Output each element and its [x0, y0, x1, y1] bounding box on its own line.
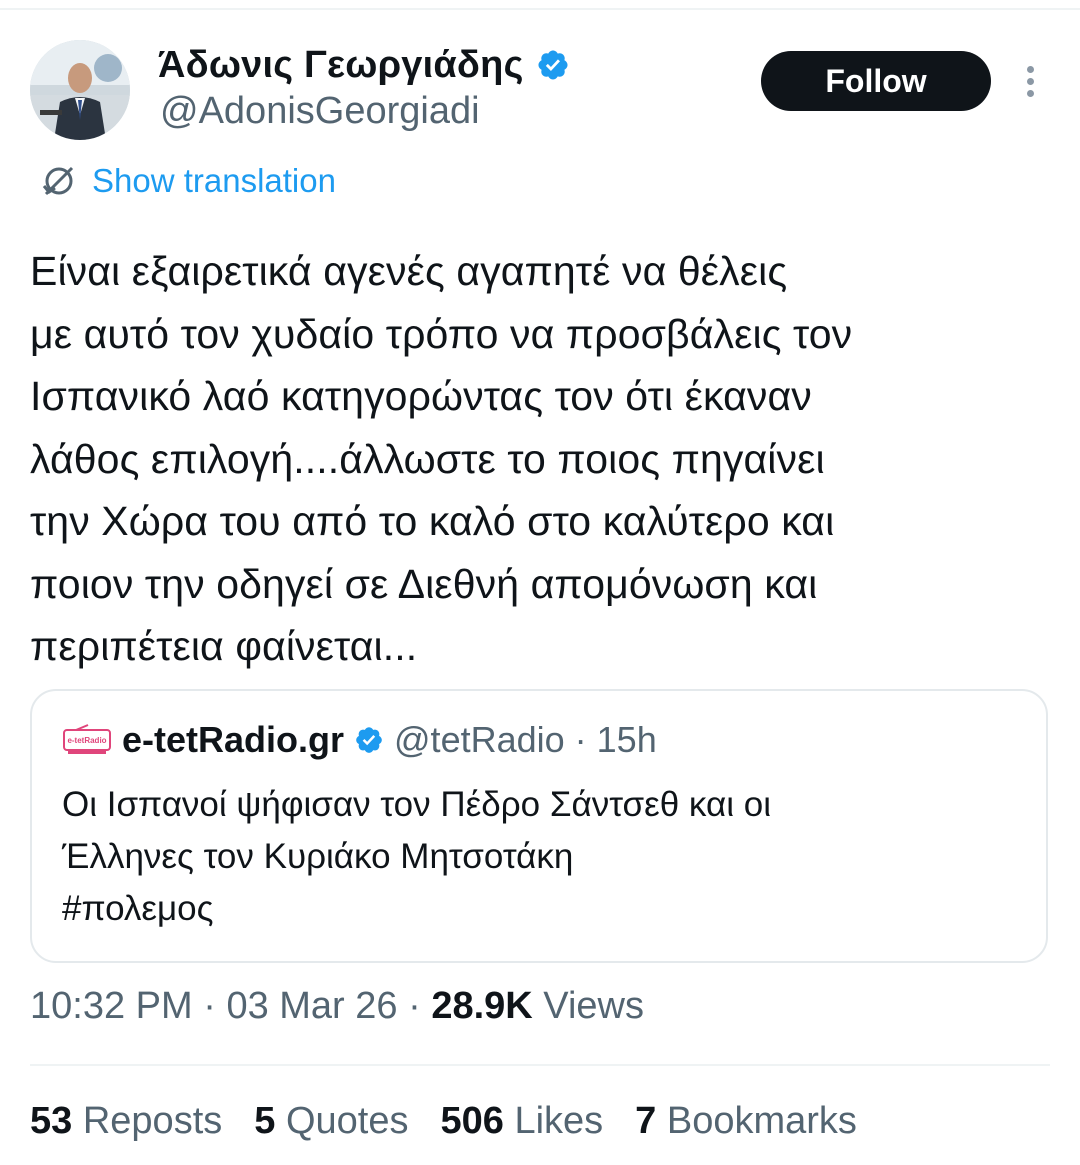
- views-label: Views: [543, 985, 644, 1027]
- svg-text:e-tetRadio: e-tetRadio: [67, 736, 106, 745]
- likes-stat[interactable]: 506 Likes: [440, 1100, 603, 1143]
- quoted-display-name: e-tetRadio.gr: [122, 719, 345, 760]
- quotes-stat[interactable]: 5 Quotes: [254, 1100, 408, 1143]
- show-translation-link[interactable]: Show translation: [40, 162, 336, 200]
- quoted-tweet-card[interactable]: e-tetRadio e-tetRadio.gr @tetRadio · 15h…: [30, 689, 1048, 963]
- quoted-handle: @tetRadio: [394, 719, 565, 760]
- reposts-stat[interactable]: 53 Reposts: [30, 1100, 222, 1143]
- author-display-name[interactable]: Άδωνις Γεωργιάδης: [158, 44, 524, 87]
- quoted-tweet-text: Οι Ισπανοί ψήφισαν τον Πέδρο Σάντσεθ και…: [62, 785, 771, 928]
- reposts-count: 53: [30, 1100, 73, 1142]
- author-handle[interactable]: @AdonisGeorgiadi: [160, 90, 480, 133]
- meta-separator: ·: [203, 985, 227, 1027]
- views-count: 28.9K: [431, 985, 533, 1027]
- quotes-count: 5: [254, 1100, 276, 1142]
- reposts-label: Reposts: [82, 1100, 223, 1142]
- likes-count: 506: [440, 1100, 504, 1142]
- top-divider: [0, 8, 1080, 10]
- author-avatar[interactable]: [30, 40, 130, 140]
- meta-separator: ·: [408, 985, 432, 1027]
- tweet-date[interactable]: 03 Mar 26: [226, 985, 397, 1027]
- follow-button[interactable]: Follow: [761, 51, 991, 111]
- author-name-row: Άδωνις Γεωργιάδης: [158, 40, 570, 90]
- quoted-dot-separator: ·: [574, 719, 587, 760]
- show-translation-label[interactable]: Show translation: [92, 162, 336, 200]
- verified-badge-icon: [538, 50, 568, 80]
- tweet-text: Είναι εξαιρετικά αγενές αγαπητέ να θέλει…: [30, 248, 853, 669]
- quoted-verified-badge-icon: [356, 727, 382, 753]
- tweet-meta: 10:32 PM · 03 Mar 26 · 28.9K Views: [30, 985, 644, 1028]
- quoted-tweet-header: e-tetRadio e-tetRadio.gr @tetRadio · 15h: [62, 719, 657, 761]
- avatar-photo: [30, 40, 130, 140]
- tweet-time[interactable]: 10:32 PM: [30, 985, 193, 1027]
- bookmarks-stat[interactable]: 7 Bookmarks: [635, 1100, 857, 1143]
- more-options-icon[interactable]: [1018, 62, 1042, 102]
- bookmarks-count: 7: [635, 1100, 657, 1142]
- quotes-label: Quotes: [285, 1100, 409, 1142]
- bookmarks-label: Bookmarks: [666, 1100, 857, 1142]
- likes-label: Likes: [514, 1100, 604, 1142]
- stats-divider: [30, 1064, 1050, 1066]
- quoted-timestamp: 15h: [596, 719, 657, 760]
- translate-icon: [42, 166, 74, 196]
- engagement-stats: 53 Reposts 5 Quotes 506 Likes 7 Bookmark…: [30, 1100, 857, 1143]
- e-tetradio-logo-icon: e-tetRadio: [63, 724, 111, 754]
